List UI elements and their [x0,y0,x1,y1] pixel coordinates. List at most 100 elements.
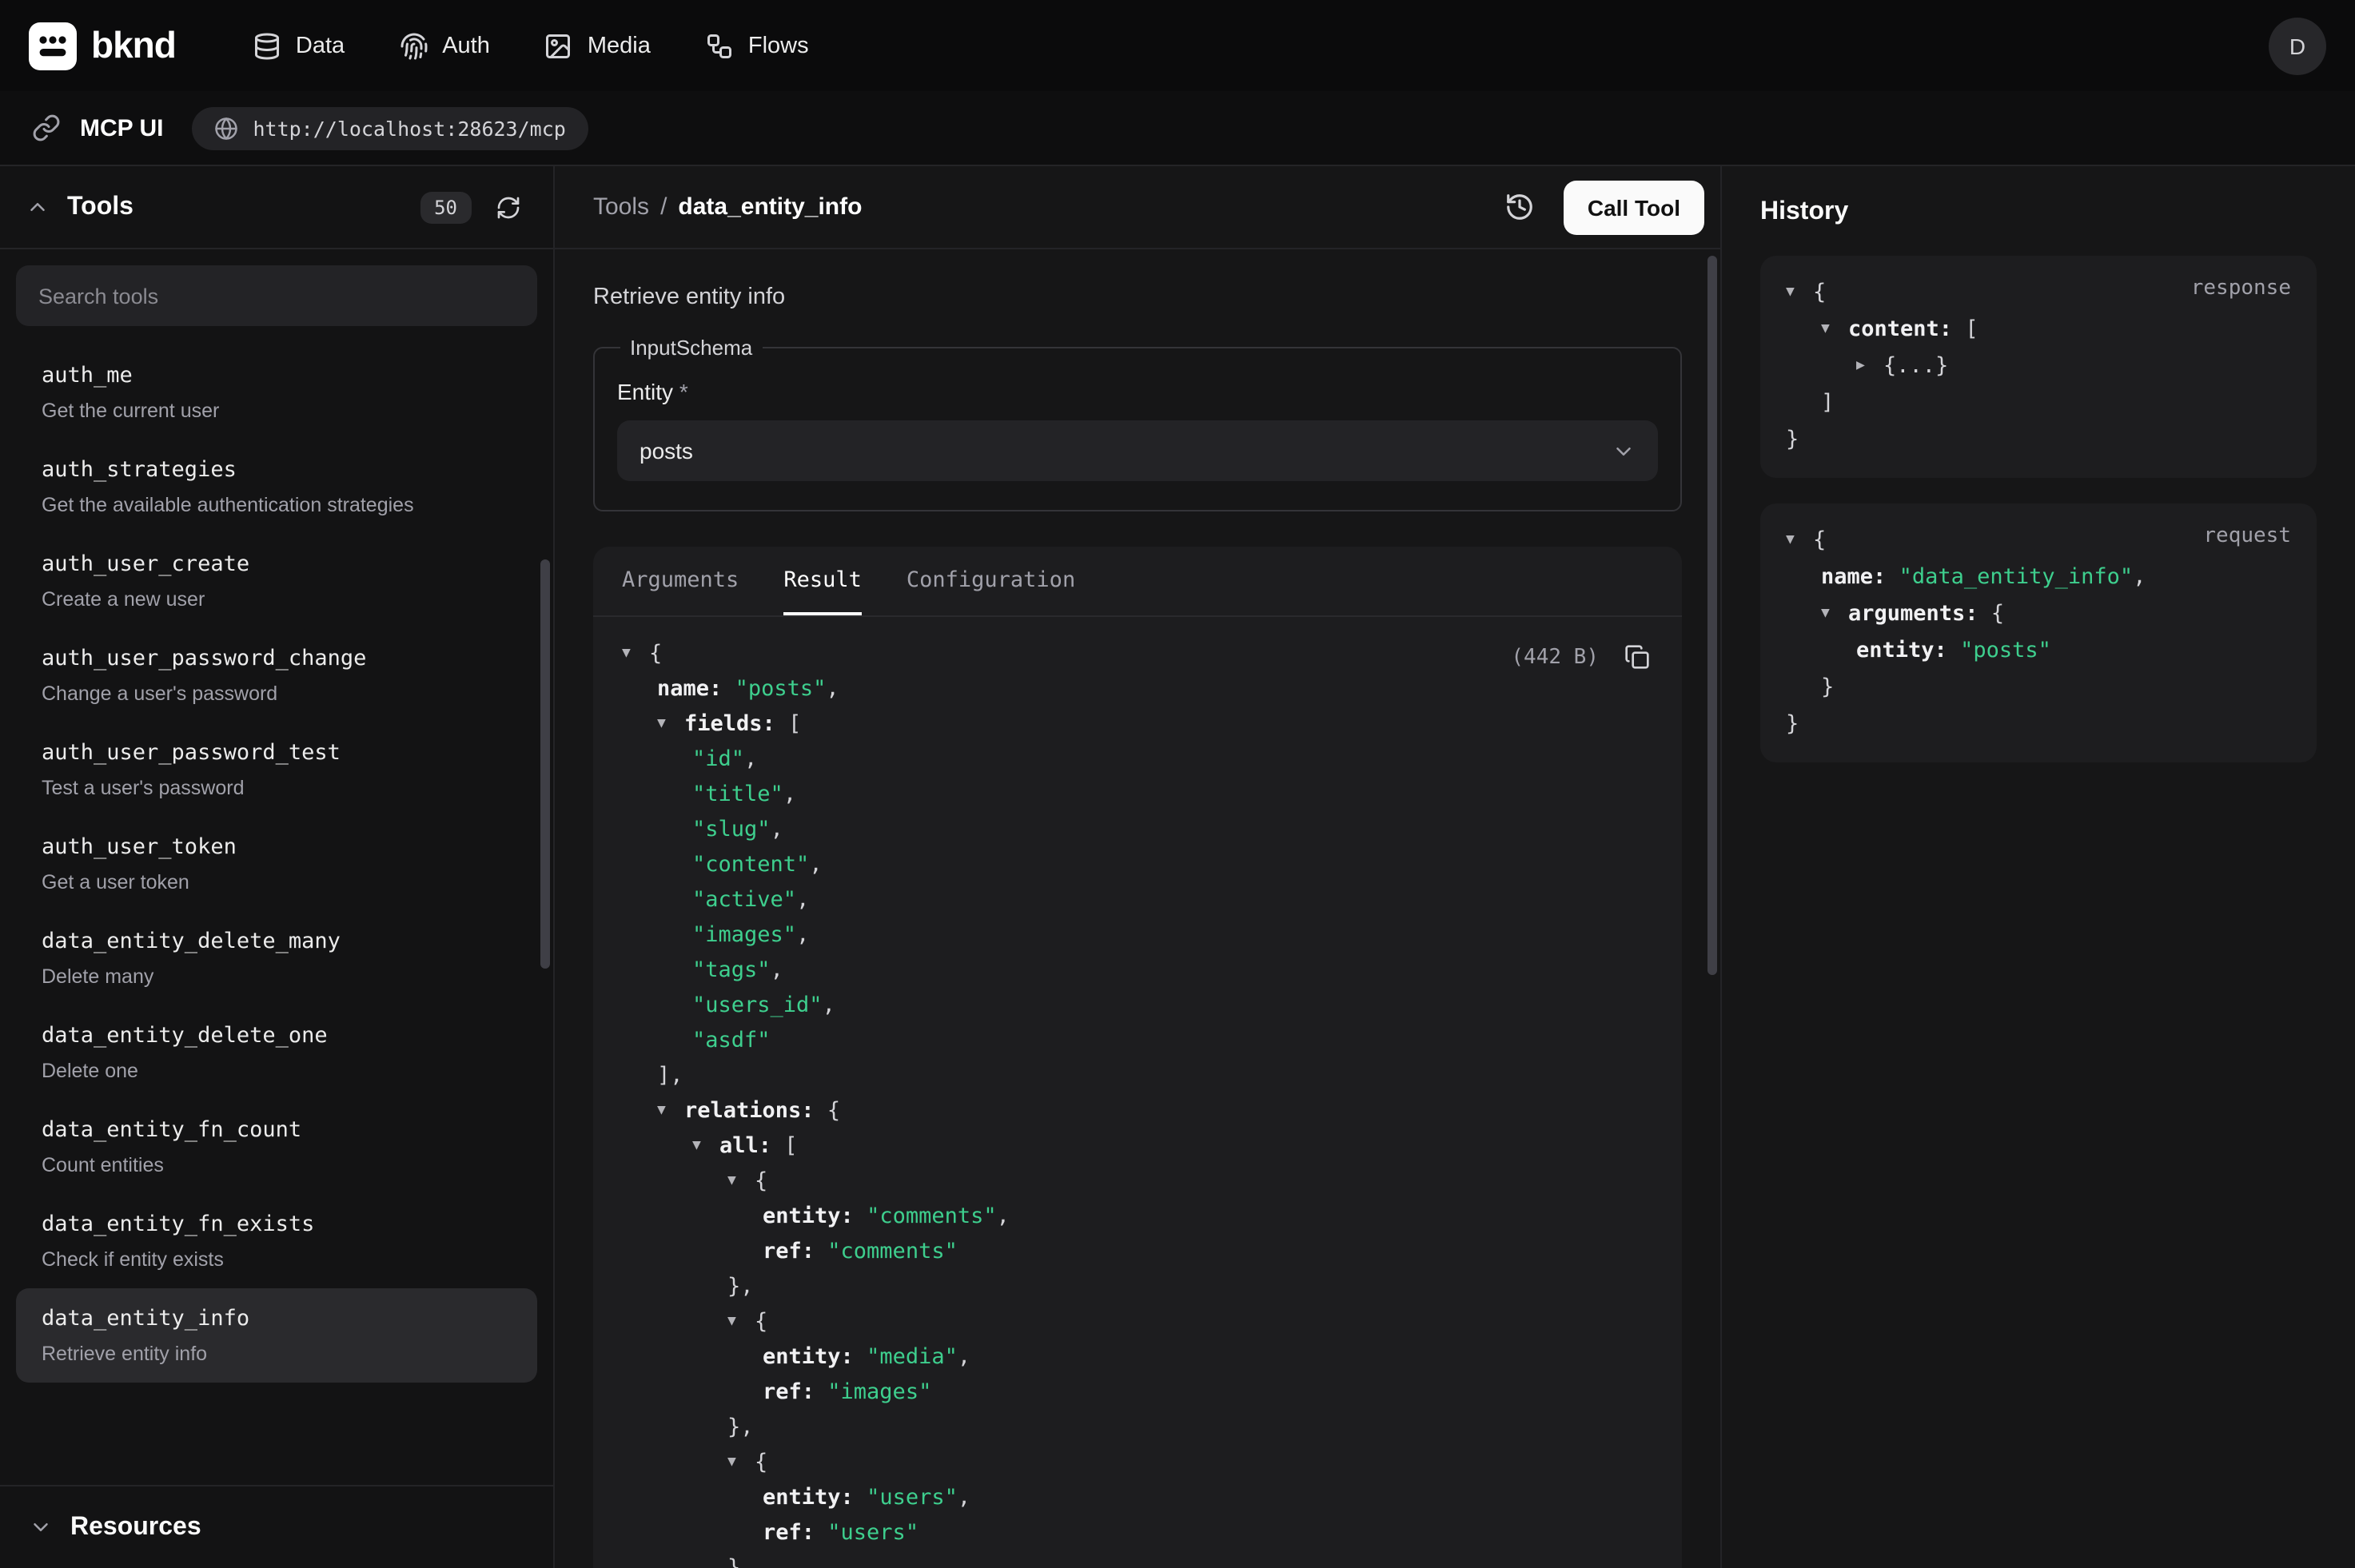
json-token: "active" [692,882,796,917]
globe-icon [214,116,238,140]
resources-section-header[interactable]: Resources [0,1485,553,1568]
json-line: name: "data_entity_info", [1786,559,2291,596]
main-scrollbar[interactable] [1707,256,1717,975]
json-line: } [622,1550,1653,1568]
call-tool-button[interactable]: Call Tool [1564,180,1704,234]
json-token: "images" [827,1375,931,1410]
json-token: { [1991,596,2004,633]
link-icon [32,113,61,142]
json-line: "active", [622,882,1653,917]
refresh-tools-button[interactable] [489,188,528,226]
json-line: ] [1786,385,2291,422]
tool-list-item[interactable]: auth_user_password_changeChange a user's… [16,628,537,722]
nav-item-media[interactable]: Media [544,31,651,60]
caret-down-icon[interactable]: ▼ [657,706,684,742]
chevron-down-icon [1612,439,1636,463]
tools-sidebar: Tools 50 auth_meGet the current userauth… [0,166,555,1568]
json-token: [ [1965,312,1978,348]
sidebar-scrollbar[interactable] [540,559,550,969]
result-json: ▼{name: "posts",▼fields: ["id","title","… [622,636,1653,1568]
json-line: ], [622,1058,1653,1093]
mcp-url: http://localhost:28623/mcp [253,116,565,140]
history-card-request[interactable]: request ▼{name: "data_entity_info",▼argu… [1760,503,2317,762]
tool-description: Get the available authentication strateg… [42,492,512,518]
result-size-label: (442 B) [1511,645,1599,669]
tool-name: data_entity_delete_many [42,927,512,957]
copy-result-button[interactable] [1618,638,1656,676]
json-token: { [1813,523,1826,559]
json-line: entity: "posts" [1786,633,2291,670]
history-button[interactable] [1498,185,1541,229]
json-token: ref: [763,1375,827,1410]
tool-list-item[interactable]: auth_user_createCreate a new user [16,534,537,628]
tool-description: Get the current user [42,398,512,424]
tool-list-item[interactable]: data_entity_fn_existsCheck if entity exi… [16,1194,537,1288]
search-wrap [0,249,553,342]
tool-list-item[interactable]: data_entity_infoRetrieve entity info [16,1288,537,1383]
json-line: "title", [622,777,1653,812]
tools-section-header[interactable]: Tools 50 [0,166,553,249]
caret-down-icon[interactable]: ▼ [1786,523,1813,559]
json-token: "content" [692,847,809,882]
tool-list-item[interactable]: auth_meGet the current user [16,345,537,440]
entity-select[interactable]: posts [617,420,1658,481]
topbar: bknd Data Auth Media [0,0,2355,91]
caret-down-icon[interactable]: ▼ [692,1128,719,1164]
search-tools-input[interactable] [16,265,537,326]
json-line: ▼all: [ [622,1128,1653,1164]
caret-down-icon[interactable]: ▼ [1821,596,1848,633]
json-token: { [755,1164,767,1199]
nav-item-auth[interactable]: Auth [399,31,490,60]
nav-item-flows[interactable]: Flows [705,31,809,60]
refresh-icon [496,194,521,220]
json-token: "comments" [867,1199,997,1234]
user-avatar[interactable]: D [2269,17,2326,74]
tool-list-item[interactable]: auth_user_password_testTest a user's pas… [16,722,537,817]
json-token: } [1786,706,1799,743]
history-entry-type-label: response [2191,277,2291,300]
tabs: Arguments Result Configuration [593,547,1682,617]
breadcrumb-separator: / [660,193,667,221]
bknd-logo-icon [29,22,77,70]
caret-right-icon[interactable]: ▶ [1856,348,1883,385]
mcp-url-pill[interactable]: http://localhost:28623/mcp [192,106,588,149]
caret-down-icon[interactable]: ▼ [622,636,649,671]
json-token: content: [1848,312,1965,348]
chevron-up-icon[interactable] [26,195,50,219]
tab-result[interactable]: Result [783,547,862,615]
nav-item-label: Media [588,33,651,58]
caret-down-icon[interactable]: ▼ [1786,275,1813,312]
caret-down-icon[interactable]: ▼ [727,1164,755,1199]
json-token: , [823,988,835,1023]
tool-name: auth_user_password_test [42,738,512,769]
json-token: "media" [867,1339,958,1375]
caret-down-icon[interactable]: ▼ [727,1304,755,1339]
json-token: "images" [692,917,796,953]
json-line: "asdf" [622,1023,1653,1058]
json-line: "id", [622,742,1653,777]
json-token: }, [727,1269,754,1304]
json-token: { [755,1304,767,1339]
tool-list-item[interactable]: data_entity_fn_countCount entities [16,1100,537,1194]
tool-list-item[interactable]: data_entity_delete_oneDelete one [16,1005,537,1100]
tab-configuration[interactable]: Configuration [907,547,1075,615]
tool-description: Retrieve entity info [42,1341,512,1367]
brand[interactable]: bknd [29,22,176,70]
subheader: MCP UI http://localhost:28623/mcp [0,91,2355,166]
tool-list-item[interactable]: auth_strategiesGet the available authent… [16,440,537,534]
json-token: "tags" [692,953,771,988]
workflow-icon [705,31,734,60]
tool-list-item[interactable]: data_entity_delete_manyDelete many [16,911,537,1005]
caret-down-icon[interactable]: ▼ [657,1093,684,1128]
caret-down-icon[interactable]: ▼ [727,1445,755,1480]
tool-list-item[interactable]: auth_user_tokenGet a user token [16,817,537,911]
json-line: "tags", [622,953,1653,988]
json-line: ▼{ [622,1445,1653,1480]
caret-down-icon[interactable]: ▼ [1821,312,1848,348]
tool-list: auth_meGet the current userauth_strategi… [0,342,553,1485]
history-card-response[interactable]: response ▼{▼content: [▶{...}]} [1760,256,2317,478]
nav-item-data[interactable]: Data [253,31,345,60]
tab-arguments[interactable]: Arguments [622,547,739,615]
breadcrumb-parent[interactable]: Tools [593,193,649,221]
json-token: , [783,777,796,812]
